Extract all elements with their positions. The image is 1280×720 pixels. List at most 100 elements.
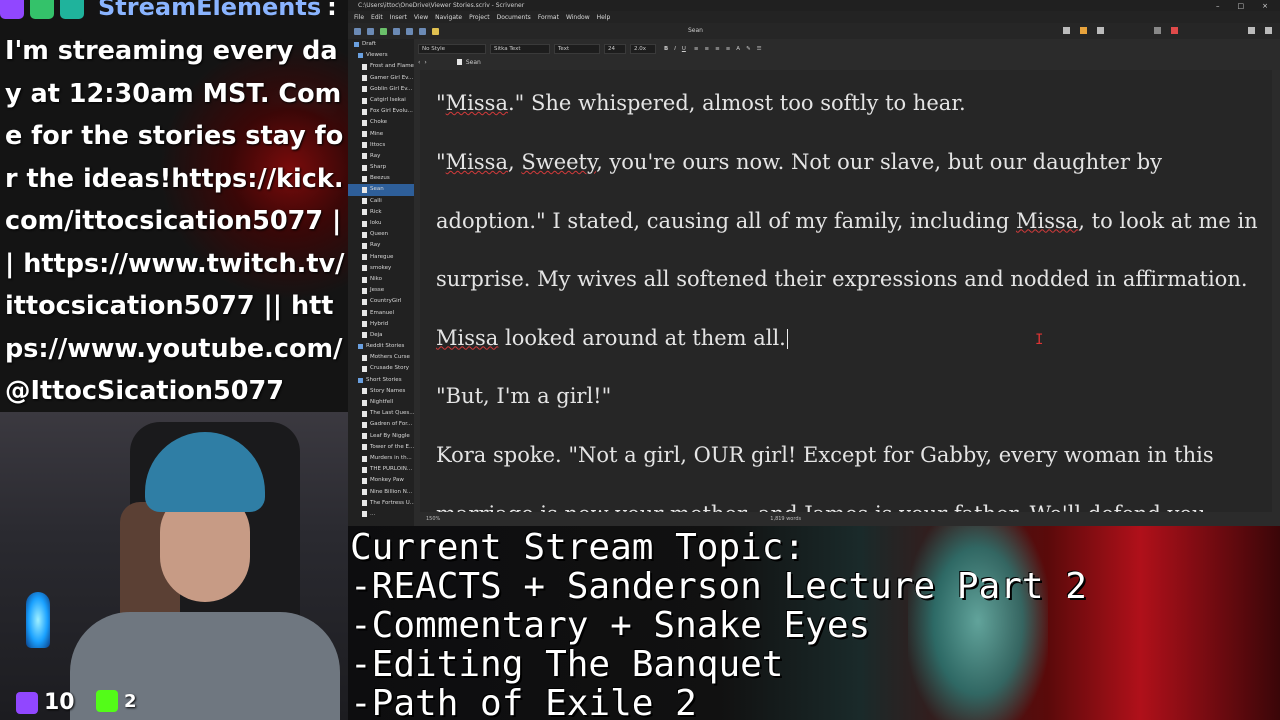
align-right-icon[interactable]: ≡ — [715, 46, 720, 52]
outline-icon[interactable] — [1097, 27, 1104, 34]
style-select[interactable]: No Style — [418, 43, 486, 54]
binder-item-label: Hybrid — [370, 320, 389, 327]
binder-item[interactable]: ... — [348, 509, 414, 520]
zoom-level[interactable]: 150% — [426, 516, 440, 522]
binder-item[interactable]: Frost and Flame — [348, 61, 414, 72]
binder-item[interactable]: Mine — [348, 129, 414, 140]
menu-documents[interactable]: Documents — [497, 14, 531, 21]
font-face-select[interactable]: Text — [554, 43, 600, 54]
binder-item[interactable]: Queen — [348, 229, 414, 240]
binder-item[interactable]: Mothers Curse — [348, 352, 414, 363]
binder-item[interactable]: Tower of the E... — [348, 442, 414, 453]
document-icon — [362, 321, 367, 328]
menu-edit[interactable]: Edit — [371, 14, 383, 21]
folder-icon — [354, 42, 359, 48]
history-icon[interactable] — [367, 27, 374, 35]
binder-item[interactable]: smokey — [348, 263, 414, 274]
binder-item-label: Queen — [370, 231, 389, 238]
binder-item[interactable]: Catgirl Isekai — [348, 95, 414, 106]
binder-item[interactable]: Gamer Girl Ev... — [348, 73, 414, 84]
menu-window[interactable]: Window — [566, 14, 590, 21]
binder-item[interactable]: Emanuel — [348, 308, 414, 319]
binder-item[interactable]: Ioku — [348, 218, 414, 229]
trash-icon[interactable] — [406, 27, 413, 35]
font-select[interactable]: Sitka Text — [490, 43, 550, 54]
binder-item[interactable]: Rick — [348, 207, 414, 218]
compile-icon[interactable] — [419, 27, 426, 35]
menu-format[interactable]: Format — [538, 14, 559, 21]
binder-item[interactable]: THE PURLOIN... — [348, 464, 414, 475]
view-mode-icon[interactable] — [1063, 27, 1070, 34]
editor-scrollbar[interactable] — [1272, 70, 1280, 512]
binder-sidebar: Draft Viewers Frost and Flame Gamer Girl Ev… — [348, 39, 414, 526]
menu-file[interactable]: File — [354, 14, 364, 21]
corkboard-icon[interactable] — [1080, 27, 1087, 34]
binder-item[interactable]: CountryGirl — [348, 296, 414, 307]
menu-view[interactable]: View — [414, 14, 428, 21]
bold-button[interactable]: B — [664, 46, 668, 52]
settings-icon[interactable] — [1265, 27, 1272, 34]
font-size-select[interactable]: 24 — [604, 43, 626, 54]
binder-item[interactable]: Haregue — [348, 252, 414, 263]
nav-forward-icon[interactable]: › — [424, 59, 426, 66]
binder-item-label: Story Names — [370, 387, 406, 394]
italic-button[interactable]: I — [674, 46, 676, 52]
binder-item[interactable]: Deja — [348, 330, 414, 341]
binder-item[interactable]: Ittocs — [348, 140, 414, 151]
binder-item-label: Ittocs — [370, 141, 386, 148]
menu-project[interactable]: Project — [469, 14, 490, 21]
binder-item[interactable]: Gadren of For... — [348, 419, 414, 430]
close-icon[interactable]: × — [1262, 2, 1268, 10]
binder-item[interactable]: Niko — [348, 274, 414, 285]
inspector-icon[interactable] — [1248, 27, 1255, 34]
binder-item[interactable]: Story Names — [348, 386, 414, 397]
binder-item[interactable]: The Last Ques... — [348, 408, 414, 419]
align-center-icon[interactable]: ≡ — [704, 46, 709, 52]
align-left-icon[interactable]: ≡ — [694, 46, 699, 52]
underline-button[interactable]: U — [682, 46, 686, 52]
binder-item[interactable]: Choke — [348, 117, 414, 128]
editor-text-area[interactable]: "Missa." She whispered, almost too softl… — [420, 70, 1272, 512]
menu-help[interactable]: Help — [597, 14, 611, 21]
binder-item[interactable]: Viewers — [348, 50, 414, 61]
binder-item[interactable]: Crusade Story — [348, 363, 414, 374]
document-icon — [456, 59, 462, 65]
binder-item[interactable]: Reddit Stories — [348, 341, 414, 352]
binder-item[interactable]: Fox Girl Evolu... — [348, 106, 414, 117]
binder-item[interactable]: Goblin Girl Ev... — [348, 84, 414, 95]
highlight-icon[interactable]: ✎ — [746, 46, 751, 52]
document-icon — [362, 332, 367, 339]
binder-item[interactable]: Jesse — [348, 285, 414, 296]
binder-item[interactable]: Sharp — [348, 162, 414, 173]
stream-topic-overlay: Current Stream Topic: -REACTS + Sanderso… — [348, 526, 1280, 720]
nav-back-icon[interactable]: ‹ — [418, 59, 420, 66]
bookmark-icon[interactable] — [1171, 27, 1178, 34]
text-color-icon[interactable]: A — [736, 46, 740, 52]
binder-item[interactable]: Beezus — [348, 173, 414, 184]
binder-item[interactable]: Ray — [348, 151, 414, 162]
binder-item[interactable]: Hybrid — [348, 319, 414, 330]
binder-item[interactable]: Ray — [348, 240, 414, 251]
binder-item[interactable]: Leaf By Niggle — [348, 431, 414, 442]
binder-toggle-icon[interactable] — [354, 27, 361, 35]
add-icon[interactable] — [380, 27, 387, 35]
minimize-icon[interactable]: – — [1216, 2, 1220, 10]
binder-item[interactable]: Nine Billion N... — [348, 487, 414, 498]
menu-navigate[interactable]: Navigate — [435, 14, 462, 21]
line-spacing-select[interactable]: 2.0x — [630, 43, 656, 54]
binder-item[interactable]: Monkey Paw — [348, 475, 414, 486]
binder-item[interactable]: Short Stories — [348, 375, 414, 386]
list-icon[interactable]: ☰ — [757, 46, 762, 52]
binder-item[interactable]: Draft — [348, 39, 414, 50]
menu-insert[interactable]: Insert — [390, 14, 407, 21]
maximize-icon[interactable]: □ — [1238, 2, 1245, 10]
share-icon[interactable] — [1154, 27, 1161, 34]
edit-icon[interactable] — [432, 27, 439, 35]
binder-item[interactable]: Calli — [348, 196, 414, 207]
binder-item[interactable]: The Fortress U... — [348, 498, 414, 509]
binder-item[interactable]: Nightfell — [348, 397, 414, 408]
justify-icon[interactable]: ≡ — [726, 46, 731, 52]
folder-icon[interactable] — [393, 27, 400, 35]
binder-item[interactable]: Murders in th... — [348, 453, 414, 464]
binder-item[interactable]: Sean — [348, 184, 414, 196]
